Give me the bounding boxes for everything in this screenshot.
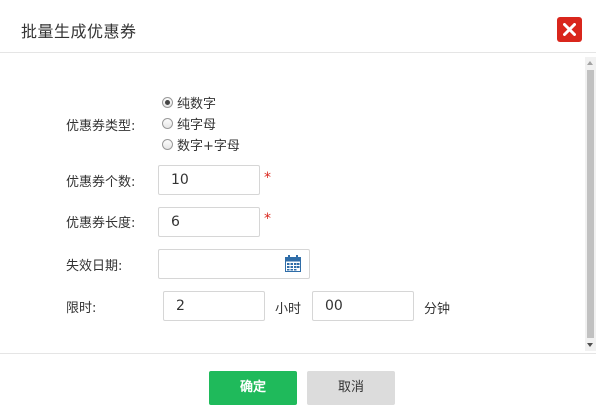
- radio-numbers[interactable]: [162, 97, 173, 108]
- radio-mixed-label: 数字+字母: [177, 139, 240, 154]
- expire-date-label: 失效日期:: [66, 259, 123, 274]
- close-button[interactable]: [557, 17, 582, 42]
- radio-mixed[interactable]: [162, 139, 173, 150]
- radio-letters[interactable]: [162, 118, 173, 129]
- time-limit-label: 限时:: [66, 301, 97, 316]
- minutes-unit: 分钟: [424, 302, 451, 317]
- coupon-count-input[interactable]: 10: [158, 165, 260, 195]
- cancel-button[interactable]: 取消: [307, 371, 395, 405]
- dialog-scrollbar[interactable]: [585, 57, 596, 351]
- scroll-up-arrow[interactable]: [587, 61, 593, 65]
- coupon-type-label: 优惠券类型:: [66, 119, 136, 134]
- hours-input[interactable]: 2: [163, 291, 265, 321]
- scroll-thumb[interactable]: [587, 70, 594, 338]
- close-icon: [563, 23, 576, 36]
- scroll-down-arrow[interactable]: [587, 343, 593, 347]
- radio-numbers-label: 纯数字: [177, 97, 217, 112]
- coupon-length-input[interactable]: 6: [158, 207, 260, 237]
- batch-coupon-dialog: 批量生成优惠券 优惠券类型: 纯数字 纯字母 数字+字母 优惠券个数: 10 *…: [0, 0, 596, 417]
- coupon-length-required: *: [264, 211, 271, 227]
- minutes-input[interactable]: 00: [312, 291, 414, 321]
- confirm-button[interactable]: 确定: [209, 371, 297, 405]
- calendar-icon[interactable]: [285, 255, 301, 272]
- coupon-length-label: 优惠券长度:: [66, 216, 136, 231]
- dialog-title: 批量生成优惠券: [21, 22, 137, 41]
- radio-option-numbers[interactable]: 纯数字: [162, 93, 216, 112]
- dialog-header: 批量生成优惠券: [0, 0, 596, 53]
- coupon-count-label: 优惠券个数:: [66, 175, 136, 190]
- hours-unit: 小时: [275, 302, 302, 317]
- coupon-count-required: *: [264, 170, 271, 186]
- radio-letters-label: 纯字母: [177, 118, 217, 133]
- radio-option-mixed[interactable]: 数字+字母: [162, 135, 240, 154]
- radio-option-letters[interactable]: 纯字母: [162, 114, 216, 133]
- dialog-footer: [0, 353, 596, 417]
